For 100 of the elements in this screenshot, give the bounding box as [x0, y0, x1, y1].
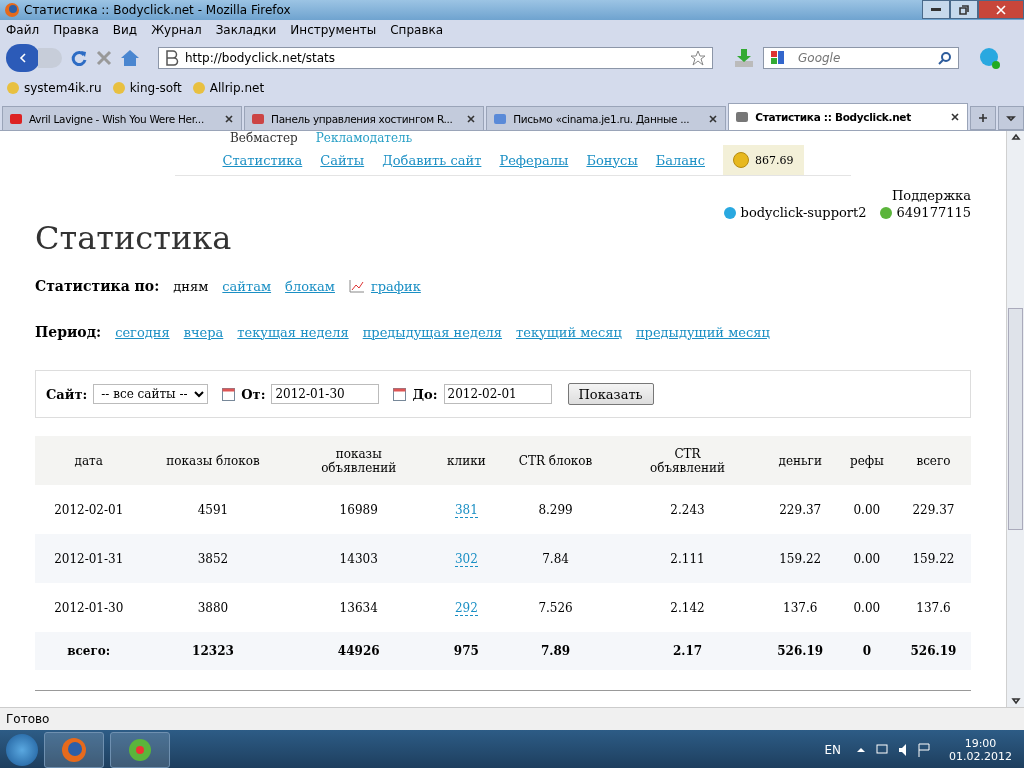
stop-icon[interactable] [96, 50, 112, 66]
bookmark-icon [191, 81, 206, 95]
chat-app-icon[interactable] [977, 46, 1001, 70]
favicon-icon [251, 111, 266, 126]
browser-tab[interactable]: Панель управления хостингом R... [244, 106, 485, 130]
grouping-link[interactable]: сайтам [222, 278, 272, 294]
reload-icon[interactable] [70, 49, 88, 67]
from-date-field[interactable]: 2012-01-30 [271, 384, 380, 404]
to-label: До: [412, 386, 438, 402]
search-field[interactable]: Google [763, 47, 959, 69]
from-label: От: [241, 386, 266, 402]
favicon-icon [493, 111, 508, 126]
nav-link[interactable]: Сайты [320, 152, 365, 168]
current-grouping: дням [173, 278, 209, 294]
total-cell: всего: [67, 644, 111, 658]
table-cell: 0.00 [853, 551, 881, 566]
favicon-icon [9, 111, 23, 126]
address-bar[interactable]: http://bodyclick.net/stats [158, 47, 713, 69]
nav-link[interactable]: Добавить сайт [382, 152, 482, 168]
menu-item[interactable]: Вид [112, 23, 138, 37]
bookmark[interactable]: king-soft [111, 81, 182, 95]
browser-tab[interactable]: Avril Lavigne - Wish You Were Her... [2, 106, 243, 130]
clicks-link[interactable]: 302 [454, 551, 478, 567]
skype-contact: bodyclick-support2 [722, 205, 867, 220]
browser-tab[interactable]: Статистика :: Bodyclick.net [728, 103, 969, 130]
taskbar-button[interactable] [44, 732, 104, 768]
search-icon[interactable] [938, 51, 952, 65]
back-button[interactable] [6, 44, 40, 72]
table-cell: 13634 [339, 600, 378, 615]
chart-link[interactable]: график [371, 278, 421, 294]
table-cell: 137.6 [783, 600, 818, 615]
scrollbar[interactable] [1006, 131, 1024, 707]
bookmark[interactable]: system4ik.ru [6, 81, 102, 95]
window-title: Статистика :: Bodyclick.net - Mozilla Firefox [24, 3, 292, 17]
nav-link[interactable]: Бонусы [586, 152, 638, 168]
column-header: CTR объявлений [648, 446, 727, 475]
tab-list-button[interactable] [998, 106, 1024, 130]
menu-item[interactable]: Инструменты [290, 23, 377, 37]
period-link[interactable]: предыдущий месяц [635, 324, 770, 340]
total-cell: 44926 [337, 644, 380, 658]
taskbar-button[interactable] [110, 732, 170, 768]
group-by-label: Статистика по: [35, 278, 160, 294]
period-link[interactable]: текущий месяц [516, 324, 622, 340]
nav-link[interactable]: Баланс [655, 152, 705, 168]
column-header: клики [447, 453, 486, 468]
table-cell: 2012-01-30 [54, 600, 124, 615]
nav-link[interactable]: Рефералы [499, 152, 569, 168]
home-icon[interactable] [120, 49, 140, 67]
caret-icon [1009, 695, 1022, 707]
menu-item[interactable]: Справка [390, 23, 444, 37]
table-cell: 229.37 [912, 502, 955, 517]
page-heading: Статистика [35, 220, 233, 256]
new-tab-button[interactable] [970, 106, 997, 130]
menu-item[interactable]: Закладки [215, 23, 277, 37]
close-button[interactable] [978, 0, 1024, 19]
total-cell: 526.19 [777, 644, 824, 658]
grouping-link[interactable]: блокам [285, 278, 335, 294]
table-cell: 137.6 [916, 600, 951, 615]
menu-item[interactable]: Журнал [151, 23, 202, 37]
table-cell: 2012-02-01 [54, 502, 124, 517]
calendar-icon[interactable] [393, 387, 407, 401]
to-date-field[interactable]: 2012-02-01 [443, 384, 552, 404]
show-button[interactable]: Показать [567, 383, 654, 405]
maximize-button[interactable] [950, 0, 978, 19]
favicon-icon [735, 110, 750, 124]
total-cell: 0 [862, 644, 871, 658]
minimize-button[interactable] [922, 0, 950, 19]
total-cell: 975 [453, 644, 479, 658]
bookmark[interactable]: Allrip.net [191, 81, 265, 95]
star-icon[interactable] [690, 50, 706, 66]
nav-link[interactable]: Статистика [222, 152, 303, 168]
chart-icon [349, 279, 365, 293]
balance-badge: 867.69 [723, 145, 804, 175]
clicks-link[interactable]: 381 [454, 502, 478, 518]
menu-item[interactable]: Файл [6, 23, 40, 37]
site-dropdown[interactable]: -- все сайты -- [93, 384, 209, 404]
browser-tab[interactable]: Письмо «cinama.je1.ru. Данные ... [486, 106, 727, 130]
clock-date: 01.02.2012 [949, 750, 1012, 763]
language-indicator[interactable]: EN [824, 743, 841, 757]
calendar-icon[interactable] [222, 387, 236, 401]
browser-logo-icon [61, 737, 87, 763]
menu-item[interactable]: Правка [53, 23, 99, 37]
site-logo-icon [165, 50, 179, 66]
account-tab[interactable]: Вебмастер [230, 131, 298, 145]
table-cell: 3852 [197, 551, 229, 566]
chat-icon [722, 205, 737, 220]
period-link[interactable]: сегодня [115, 324, 170, 340]
clicks-link[interactable]: 292 [454, 600, 478, 616]
close-icon [949, 111, 962, 123]
table-cell: 16989 [339, 502, 378, 517]
start-button[interactable] [6, 734, 38, 766]
period-link[interactable]: текущая неделя [237, 324, 349, 340]
icq-contact: 649177115 [878, 205, 971, 220]
table-cell: 3880 [197, 600, 229, 615]
period-link[interactable]: предыдущая неделя [362, 324, 503, 340]
table-cell: 8.299 [538, 502, 573, 517]
download-icon[interactable] [733, 47, 755, 69]
table-cell: 2.142 [670, 600, 705, 615]
close-icon [995, 3, 1007, 16]
period-link[interactable]: вчера [183, 324, 224, 340]
